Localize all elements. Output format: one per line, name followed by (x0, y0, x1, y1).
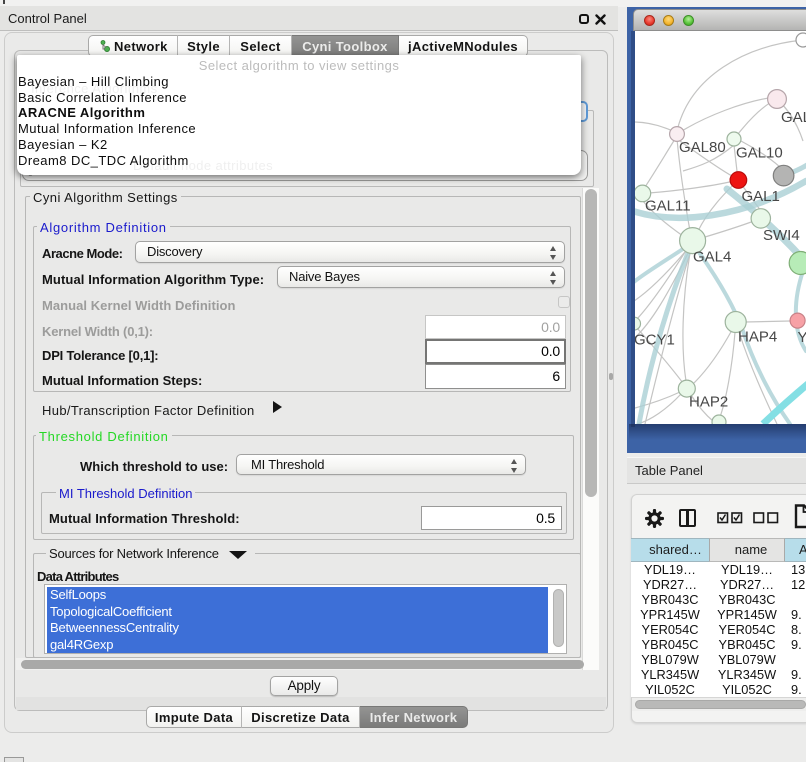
svg-text:GAL11: GAL11 (645, 198, 691, 215)
svg-text:GAL7: GAL7 (781, 109, 806, 126)
svg-text:GAL1: GAL1 (742, 188, 780, 205)
svg-text:SWI4: SWI4 (763, 227, 800, 244)
svg-text:Y: Y (798, 329, 806, 346)
svg-text:HAP2: HAP2 (689, 394, 728, 411)
svg-text:HAP4: HAP4 (738, 329, 777, 346)
svg-text:GCY1: GCY1 (635, 332, 675, 349)
svg-text:GAL4: GAL4 (693, 249, 731, 266)
svg-text:GAL80: GAL80 (679, 139, 726, 156)
svg-text:GAL10: GAL10 (736, 145, 783, 162)
